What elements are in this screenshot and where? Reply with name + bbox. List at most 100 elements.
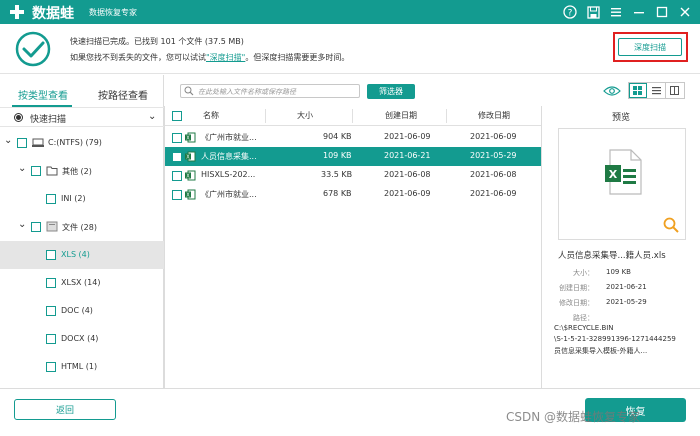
watermark-text: CSDN @数据蛙恢复专家 [506, 410, 641, 424]
tree-node-drive[interactable]: ⌄ C:(NTFS) (79) [0, 129, 164, 157]
tree-node-html[interactable]: HTML (1) [0, 353, 164, 381]
tree-checkbox[interactable] [31, 222, 41, 232]
tree-checkbox[interactable] [46, 194, 56, 204]
modified-value: 2021-05-29 [606, 298, 647, 306]
deep-scan-button[interactable]: 深度扫描 [618, 38, 682, 56]
path-line: C:\$RECYCLE.BIN [554, 324, 614, 332]
column-name[interactable]: 名称 [203, 110, 219, 121]
view-tabs: 按类型查看 按路径查看 [0, 83, 164, 107]
tree-node-label: XLS (4) [61, 250, 90, 259]
path-line: 员信息采集导入模板-外籍人... [554, 347, 648, 355]
file-size: 678 KB [323, 189, 352, 198]
chevron-down-icon[interactable]: ⌄ [148, 111, 156, 122]
chevron-down-icon[interactable]: ⌄ [4, 136, 14, 146]
file-size: 904 KB [323, 132, 352, 141]
folder-icon [46, 166, 58, 176]
tree-node-docx[interactable]: DOCX (4) [0, 325, 164, 353]
search-icon [184, 86, 194, 96]
list-view-icon[interactable] [647, 83, 666, 98]
tree-node-label: 其他 (2) [62, 167, 92, 176]
row-checkbox[interactable] [172, 152, 182, 162]
deep-scan-link[interactable]: "深度扫描" [206, 53, 245, 62]
tree-node-documents[interactable]: ⌄ 文件 (28) [0, 213, 164, 241]
hint-prefix: 如果您找不到丢失的文件，您可以试试 [70, 53, 206, 62]
tree-checkbox[interactable] [31, 166, 41, 176]
created-label: 创建日期： [559, 284, 594, 292]
row-checkbox[interactable] [172, 171, 182, 181]
column-created[interactable]: 创建日期 [385, 110, 417, 121]
excel-file-icon: X [185, 132, 196, 143]
drive-icon [32, 138, 44, 147]
detail-view-icon[interactable] [666, 83, 684, 98]
maximize-icon[interactable] [653, 3, 671, 21]
tab-by-path[interactable]: 按路径查看 [98, 87, 148, 102]
chevron-down-icon[interactable]: ⌄ [18, 164, 28, 174]
file-table: 名称 大小 创建日期 修改日期 X 《广州市就业... 904 KB 2021-… [164, 106, 542, 388]
tree-node-xlsx[interactable]: XLSX (14) [0, 269, 164, 297]
svg-text:X: X [186, 155, 190, 161]
table-row[interactable]: X 《广州市就业... 904 KB 2021-06-09 2021-06-09 [165, 128, 542, 147]
tree-checkbox[interactable] [46, 278, 56, 288]
svg-text:X: X [186, 136, 190, 142]
eye-icon[interactable] [603, 85, 621, 97]
search-input[interactable]: 在此处输入文件名称或保存路径 [180, 84, 360, 98]
quick-scan-radio[interactable] [14, 113, 23, 122]
tree-checkbox[interactable] [46, 306, 56, 316]
logo-plus-icon [10, 5, 24, 19]
tree-checkbox[interactable] [46, 250, 56, 260]
zoom-magnifier-icon[interactable] [663, 217, 679, 233]
hint-suffix: 。但深度扫描需要更多时间。 [245, 53, 350, 62]
size-label: 大小： [573, 269, 594, 277]
tree-checkbox[interactable] [17, 138, 27, 148]
quick-scan-label: 快速扫描 [30, 115, 67, 125]
tree-node-label: INI (2) [61, 194, 86, 203]
file-size: 109 KB [323, 151, 352, 160]
tree-node-other[interactable]: ⌄ 其他 (2) [0, 157, 164, 185]
tab-by-type[interactable]: 按类型查看 [18, 87, 68, 102]
file-created: 2021-06-09 [384, 132, 431, 141]
svg-text:?: ? [568, 9, 573, 19]
preview-thumbnail: X [558, 128, 686, 240]
column-divider [352, 109, 353, 123]
quick-scan-selector[interactable]: 快速扫描 ⌄ [0, 107, 164, 127]
scan-status-bar: 快速扫描已完成。已找到 101 个文件 (37.5 MB) 如果您找不到丢失的文… [0, 24, 700, 74]
tree-node-xls[interactable]: XLS (4) [0, 241, 164, 269]
tree-checkbox[interactable] [46, 334, 56, 344]
tree-node-ini[interactable]: INI (2) [0, 185, 164, 213]
chevron-down-icon[interactable]: ⌄ [18, 220, 28, 230]
minimize-icon[interactable] [630, 3, 648, 21]
column-modified[interactable]: 修改日期 [478, 110, 510, 121]
file-modified: 2021-06-08 [470, 170, 517, 179]
file-name: 《广州市就业... [201, 190, 257, 199]
tree-node-label: 文件 (28) [62, 223, 97, 232]
table-row[interactable]: X HISXLS-202... 33.5 KB 2021-06-08 2021-… [165, 166, 542, 185]
tree-node-doc[interactable]: DOC (4) [0, 297, 164, 325]
scan-result-text: 快速扫描已完成。已找到 101 个文件 (37.5 MB) [70, 37, 244, 46]
column-divider [265, 109, 266, 123]
row-checkbox[interactable] [172, 190, 182, 200]
filter-button[interactable]: 筛选器 [367, 84, 415, 99]
help-icon[interactable]: ? [561, 3, 579, 21]
tree-checkbox[interactable] [46, 362, 56, 372]
tree-node-label: DOC (4) [61, 306, 93, 315]
tree-node-label: HTML (1) [61, 362, 98, 371]
excel-file-icon: X [185, 189, 196, 200]
deep-scan-hint: 如果您找不到丢失的文件，您可以试试"深度扫描"。但深度扫描需要更多时间。 [70, 52, 349, 63]
file-created: 2021-06-08 [384, 170, 431, 179]
select-all-checkbox[interactable] [172, 111, 182, 121]
column-size[interactable]: 大小 [297, 110, 313, 121]
menu-icon[interactable] [607, 3, 625, 21]
file-created: 2021-06-21 [384, 151, 431, 160]
svg-text:X: X [186, 174, 190, 180]
grid-view-icon[interactable] [629, 83, 648, 98]
table-row[interactable]: X 人员信息采集... 109 KB 2021-06-21 2021-05-29 [165, 147, 542, 166]
save-icon[interactable] [584, 3, 602, 21]
svg-text:X: X [186, 193, 190, 199]
row-checkbox[interactable] [172, 133, 182, 143]
table-row[interactable]: X 《广州市就业... 678 KB 2021-06-09 2021-06-09 [165, 185, 542, 204]
title-bar: 数据蛙 数据恢复专家 ? [0, 0, 700, 24]
close-icon[interactable] [676, 3, 694, 21]
back-button[interactable]: 返回 [14, 399, 116, 420]
scan-complete-check-icon [15, 31, 51, 67]
app-subtitle: 数据恢复专家 [89, 8, 137, 17]
